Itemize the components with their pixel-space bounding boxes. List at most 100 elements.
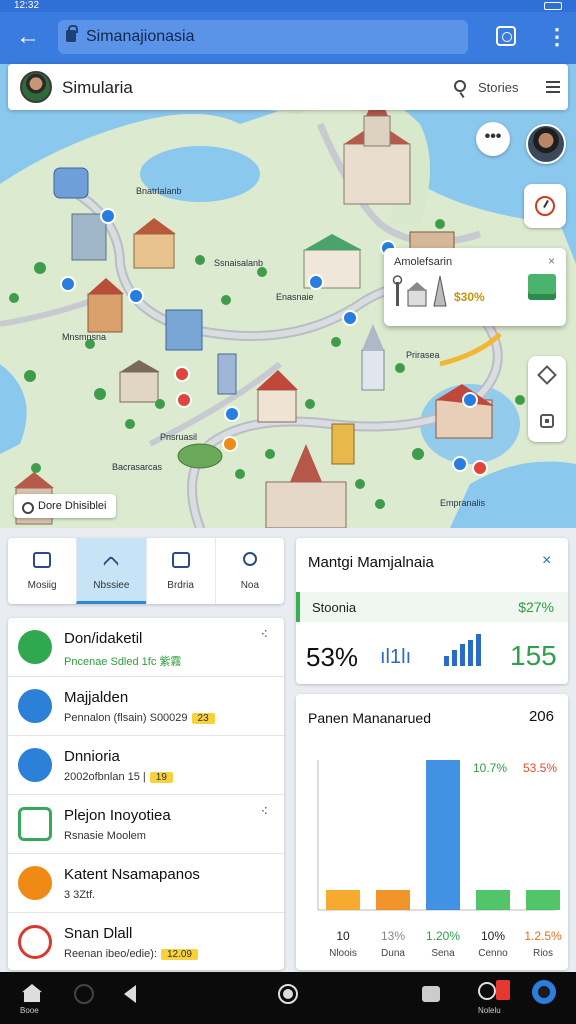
list-item-title: Dnnioria	[64, 748, 120, 765]
category-label: Nloois	[329, 948, 357, 959]
home-icon[interactable]	[22, 984, 42, 1002]
list-item-title: Katent Nsamapanos	[64, 866, 200, 883]
compass-icon	[535, 196, 555, 216]
chart-card: Panen Mananarued 206 10 Nloois 13% Duna 1.20…	[296, 694, 568, 970]
category-label: Duna	[381, 948, 405, 959]
count-badge: 19	[149, 772, 173, 783]
lock-icon	[66, 25, 78, 42]
list-item[interactable]: Don/idaketil Pncenae Sdled 1fc 紫霧 ⠪	[8, 618, 284, 677]
people-icon	[33, 552, 52, 568]
metric-value-count: 155	[510, 640, 557, 671]
more-options-button[interactable]: •••	[476, 122, 510, 156]
list-item-subtitle: 2002ofbnlan 15 | 19	[64, 771, 173, 783]
stories-link[interactable]: Stories	[478, 80, 518, 95]
map-label: Bnatrlalanb	[136, 186, 182, 196]
bar-value-label: 1.20%	[426, 929, 460, 943]
compass-button[interactable]	[524, 184, 566, 228]
map-label: Enasnaie	[276, 292, 314, 302]
home-icon	[171, 552, 190, 568]
money-icon	[528, 274, 556, 300]
subtitle-text: Pennalon (flsain) S00029	[64, 712, 188, 724]
map-label: Empranalis	[440, 498, 486, 508]
category-tabs: Mosiig Nbssiee Brdria Noa	[8, 538, 284, 604]
metric-value-percent: 53%	[306, 642, 359, 672]
app-header: Simularia Stories	[8, 64, 568, 110]
bar-value-label: 13%	[381, 929, 405, 943]
category-label: Rios	[533, 948, 553, 959]
locate-icon[interactable]	[540, 414, 554, 428]
search-icon[interactable]	[454, 80, 466, 92]
tab-mosiig[interactable]: Mosiig	[8, 538, 76, 604]
home-label: Booe	[20, 1006, 39, 1015]
chart-bar[interactable]	[476, 890, 510, 910]
layers-icon[interactable]	[537, 365, 557, 385]
recents-icon[interactable]	[74, 984, 94, 1004]
list-item-title: Don/idaketil	[64, 630, 143, 647]
url-text: Simanajionasia	[86, 28, 195, 45]
list-item[interactable]: Majjalden Pennalon (flsain) S00029 23	[8, 677, 284, 736]
chart-bar[interactable]	[526, 890, 560, 910]
close-icon[interactable]: ×	[548, 254, 555, 268]
list-item[interactable]: Katent Nsamapanos 3 3Ztf.	[8, 854, 284, 913]
map-label: Bacrasarcas	[112, 462, 163, 472]
list-item[interactable]: Plejon Inoyotiea Rsnasie Moolem ⠪	[8, 795, 284, 854]
band-label: Stoonia	[312, 600, 357, 615]
tab-label: Noa	[240, 580, 260, 591]
list-item-title: Majjalden	[64, 689, 129, 706]
avatar[interactable]	[20, 71, 52, 103]
overview-icon[interactable]	[422, 986, 440, 1002]
activity-list: Don/idaketil Pncenae Sdled 1fc 紫霧 ⠪ Majj…	[8, 618, 284, 970]
map-location-chip[interactable]: Dore Dhisiblei	[14, 494, 117, 518]
list-item-subtitle: Pncenae Sdled 1fc 紫霧	[64, 656, 182, 668]
home-button-icon[interactable]	[278, 984, 298, 1004]
item-action-icon[interactable]: ⠪	[261, 807, 268, 818]
chart-bar[interactable]	[376, 890, 410, 910]
tooth-icon	[18, 925, 52, 959]
app-logo-icon[interactable]	[532, 980, 556, 1004]
profile-avatar[interactable]	[526, 124, 566, 164]
tab-label: Brdria	[167, 580, 194, 591]
account-icon[interactable]	[478, 982, 496, 1000]
chart-bar[interactable]	[326, 890, 360, 910]
popup-title: Amolefsarin	[394, 256, 453, 268]
tabs-icon[interactable]	[496, 26, 516, 46]
list-item-title: Snan Dlall	[64, 925, 133, 942]
battery-icon	[544, 2, 562, 10]
metric-band: Stoonia $27%	[296, 592, 568, 622]
bar-value-label: 1.2.5%	[524, 929, 562, 943]
tab-label: Nbssiee	[93, 580, 130, 591]
map-label: Mnsmnsna	[62, 332, 107, 342]
refresh-icon	[18, 630, 52, 664]
popup-value: $30%	[454, 290, 485, 304]
app-title: Simularia	[62, 78, 133, 97]
swirl-icon	[18, 866, 52, 900]
address-bar[interactable]: Simanajionasia	[58, 20, 468, 54]
list-item-title: Plejon Inoyotiea	[64, 807, 171, 824]
bar-top-label: 53.5%	[523, 761, 557, 775]
gear-icon	[18, 689, 52, 723]
tab-brdria[interactable]: Brdria	[145, 538, 215, 604]
item-action-icon[interactable]: ⠪	[261, 630, 268, 641]
chart-bar[interactable]	[426, 760, 460, 910]
landmark-icons	[392, 275, 447, 307]
count-badge: 23	[191, 713, 215, 724]
back-icon[interactable]	[124, 985, 136, 1003]
notification-icon[interactable]	[496, 980, 510, 1000]
tab-nbssiee[interactable]: Nbssiee	[76, 538, 146, 604]
list-item[interactable]: Snan Dlall Reenan ibeo/edie): 12.09	[8, 913, 284, 970]
hamburger-menu-icon[interactable]	[546, 81, 560, 83]
map-controls	[528, 356, 566, 442]
subtitle-text: Reenan ibeo/edie):	[64, 948, 157, 960]
system-navigation-bar: Booe Nolelu	[0, 972, 576, 1024]
list-item-subtitle: Rsnasie Moolem	[64, 830, 146, 842]
tab-noa[interactable]: Noa	[214, 538, 284, 604]
bar-value-label: 10	[336, 929, 350, 943]
overflow-menu-icon[interactable]: ⋮	[546, 24, 568, 50]
back-arrow-icon[interactable]: ←	[16, 24, 40, 50]
mini-bar-icon	[444, 634, 481, 666]
list-item-subtitle: Reenan ibeo/edie): 12.09	[64, 948, 198, 960]
map-label: Ssnaisalanb	[214, 258, 264, 268]
location-popup[interactable]: Amolefsarin × $30%	[384, 248, 566, 326]
close-icon[interactable]: ×	[542, 552, 551, 570]
list-item[interactable]: Dnnioria 2002ofbnlan 15 | 19	[8, 736, 284, 795]
